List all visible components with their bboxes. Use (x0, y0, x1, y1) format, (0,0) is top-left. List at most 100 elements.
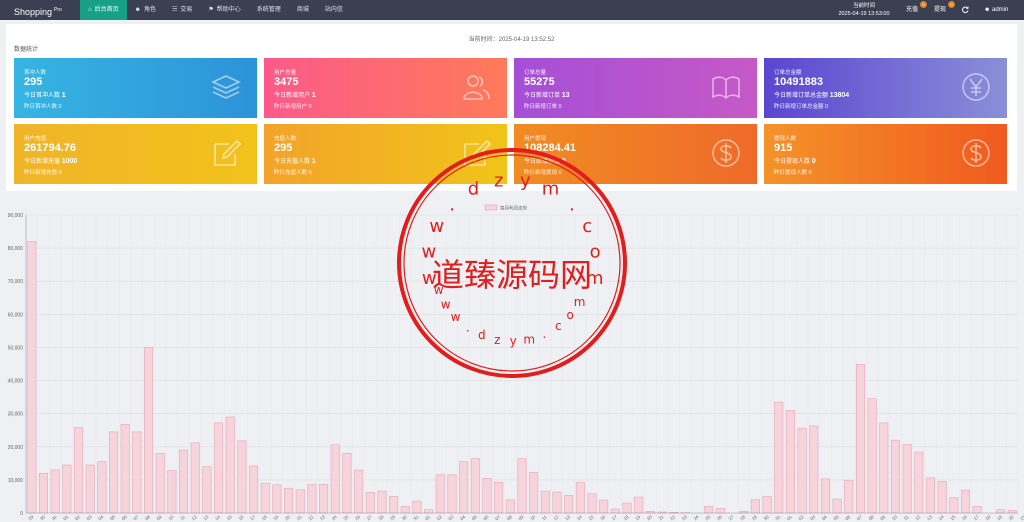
stat-card[interactable]: 提现人数 915 今日提现人数 0 昨日提现人数 0 (764, 124, 1007, 184)
nav-item-0[interactable]: ⌂ 后台首页 (80, 0, 127, 20)
chart-bar (937, 481, 947, 514)
x-tick-label: 28 (377, 514, 384, 521)
x-tick-label: 25 (704, 514, 711, 521)
x-tick-label: 24 (693, 514, 700, 521)
chart-bar (284, 487, 294, 514)
card-value: 295 (24, 76, 43, 88)
chart-bar (272, 484, 282, 514)
x-tick-label: 30 (39, 514, 46, 521)
x-tick-label: 15 (226, 514, 233, 521)
card-today: 今日首冲人数 1 (24, 90, 66, 99)
time-value: 2025-04-19 13:53:00 (838, 11, 890, 17)
user-name: admin (992, 7, 1009, 13)
chart-bar (319, 484, 329, 514)
x-tick-label: 12 (553, 514, 560, 521)
chart-bar (225, 416, 235, 514)
chart-bar (202, 466, 212, 514)
chart-bar (774, 401, 784, 514)
withdraw-button[interactable]: 提现 (934, 0, 946, 20)
dollar-icon (962, 139, 990, 167)
chart-bar (27, 241, 37, 514)
card-value: 3475 (274, 76, 299, 88)
stat-card[interactable]: 首冲人数 295 今日首冲人数 1 昨日首冲人数 0 (14, 58, 257, 118)
x-tick-label: 01 (62, 514, 69, 521)
stat-card[interactable]: 用户充值 261794.76 今日新增充值 1000 昨日新增充值 0 (14, 124, 257, 184)
chart-bar (342, 453, 352, 514)
user-menu[interactable]: ☻ admin (984, 0, 1008, 20)
chart-bar (809, 425, 819, 514)
brand-sup: Pro (54, 7, 62, 13)
nav-item-6[interactable]: 站内信 (317, 0, 351, 20)
x-tick-label: 13 (202, 514, 209, 521)
chart-bar (365, 492, 375, 514)
chart-bar (575, 482, 585, 514)
nav-item-label: 站内信 (324, 7, 343, 13)
x-tick-label: 04 (821, 514, 828, 521)
x-tick-label: 03 (447, 514, 454, 521)
x-tick-label: 07 (856, 514, 863, 521)
chart-bar (540, 490, 550, 514)
x-tick-label: 10 (167, 514, 174, 521)
stat-time: 当前时间：2025-04-19 13:52:52 (468, 37, 555, 43)
nav-item-4[interactable]: 系统管理 (249, 0, 289, 20)
x-tick-label: 22 (669, 514, 676, 521)
nav-item-5[interactable]: 商城 (289, 0, 317, 20)
x-tick-label: 20 (284, 514, 291, 521)
chart-bar (552, 491, 562, 514)
x-tick-label: 01 (424, 514, 431, 521)
stat-card[interactable]: 订单总量 55275 今日新增订单 13 昨日新增订单 0 (514, 58, 757, 118)
x-tick-label: 18 (623, 514, 630, 521)
card-today-value: 0 (811, 158, 816, 165)
x-tick-label: 20 (646, 514, 653, 521)
stat-card[interactable]: 订单总金额 10491883 今日新增订单总金额 13804 昨日新增订单总金额 0 (764, 58, 1007, 118)
refresh-icon[interactable] (962, 0, 969, 20)
x-tick-label: 16 (237, 514, 244, 521)
nav-item-label: 角色 (143, 7, 156, 13)
chart-bar (587, 493, 597, 514)
legend-swatch (484, 204, 498, 211)
chart-bar (995, 509, 1005, 514)
card-title: 用户充值 (24, 136, 47, 142)
y-tick-label: 20,000 (8, 445, 24, 451)
chart-bar (237, 440, 247, 514)
x-tick-label: 16 (961, 514, 968, 521)
chart-bar (330, 444, 340, 514)
top-navbar: Shopping Pro ⌂ 后台首页 ☻ 角色 ☵ 交易 ⚑ 帮助中心 系统管理 商城 站内信 当前… (0, 0, 1024, 20)
card-yesterday: 昨日充值人数 0 (274, 170, 312, 176)
chart-bar (62, 464, 72, 514)
y-tick-label: 90,000 (8, 213, 24, 219)
stat-card[interactable]: 充值人数 295 今日充值人数 1 昨日充值人数 0 (264, 124, 507, 184)
stat-card[interactable]: 用户提现 108284.41 今日新增提现 0 昨日新增提现 0 (514, 124, 757, 184)
x-tick-label: 17 (973, 514, 980, 521)
nav-item-2[interactable]: ☵ 交易 (164, 0, 200, 20)
chart-bar (377, 490, 387, 514)
card-today-label: 今日新增充值 (24, 159, 61, 165)
layers-icon (211, 75, 241, 99)
x-tick-label: 26 (716, 514, 723, 521)
x-tick-label: 03 (86, 514, 93, 521)
chart-bar (400, 506, 410, 514)
stat-card[interactable]: 用户总量 3475 今日新增用户 1 昨日新增用户 0 (264, 58, 507, 118)
chart-bar (902, 444, 912, 514)
nav-item-3[interactable]: ⚑ 帮助中心 (200, 0, 248, 20)
card-value: 10491883 (774, 76, 823, 88)
card-today: 今日新增订单总金额 13804 (774, 90, 849, 99)
edit-icon (464, 139, 491, 166)
nav-item-label: 商城 (296, 7, 309, 13)
x-tick-label: 09 (518, 514, 525, 521)
chart-bar (179, 449, 189, 514)
chart-bar (50, 469, 60, 514)
chart-bar (424, 509, 434, 514)
book-icon (712, 76, 740, 100)
x-tick-label: 16 (599, 514, 606, 521)
x-tick-label: 17 (249, 514, 256, 521)
nav-item-1[interactable]: ☻ 角色 (127, 0, 164, 20)
recharge-button[interactable]: 充值 (906, 0, 918, 20)
brand-logo[interactable]: Shopping Pro (14, 0, 62, 20)
card-title: 用户提现 (524, 136, 547, 142)
chart-bar (517, 458, 527, 514)
flag-icon: ⚑ (208, 7, 214, 13)
x-tick-label: 12 (191, 514, 198, 521)
x-tick-label: 18 (261, 514, 268, 521)
chart-bar (412, 500, 422, 514)
